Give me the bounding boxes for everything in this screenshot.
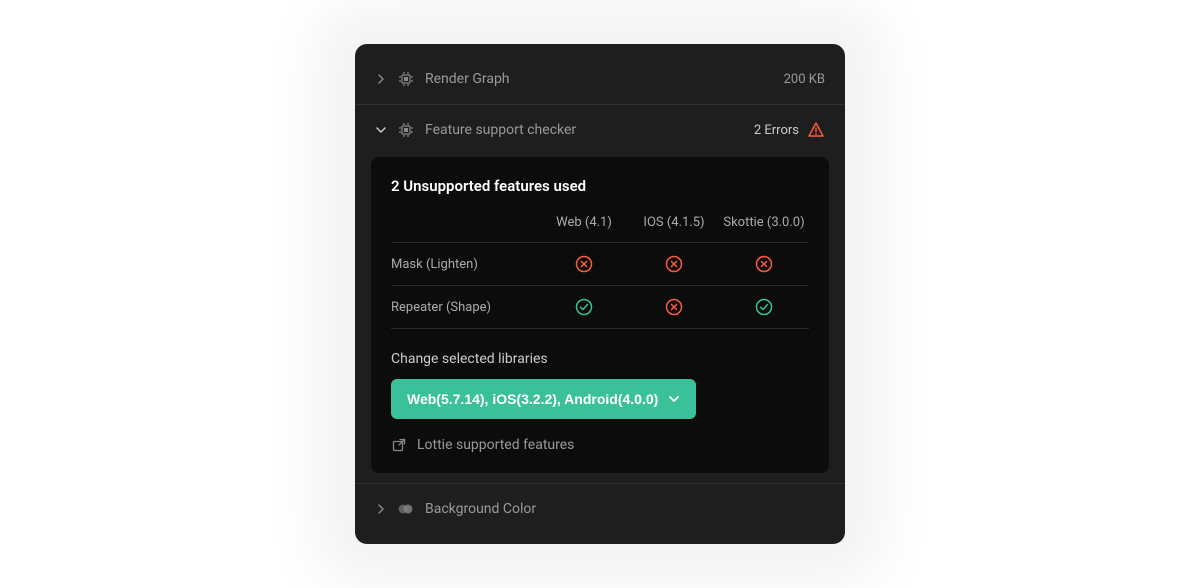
section-label: Background Color [425,501,825,517]
status-cell [629,255,719,273]
chevron-right-icon [375,73,387,85]
status-cell [539,255,629,273]
file-size-label: 200 KB [784,72,825,87]
feature-table: Web (4.1) IOS (4.1.5) Skottie (3.0.0) Ma… [391,215,809,329]
external-link-icon [391,437,407,453]
change-libraries-label: Change selected libraries [391,351,809,367]
palette-icon [397,500,415,518]
divider [355,104,845,105]
column-header-ios: IOS (4.1.5) [629,215,719,230]
warning-icon [807,121,825,139]
table-header: Web (4.1) IOS (4.1.5) Skottie (3.0.0) [391,215,809,242]
card-title: 2 Unsupported features used [391,177,809,195]
error-count-text: 2 Errors [754,123,799,138]
status-cell [719,255,809,273]
feature-support-card: 2 Unsupported features used Web (4.1) IO… [371,157,829,473]
column-header-skottie: Skottie (3.0.0) [719,215,809,230]
settings-panel: Render Graph 200 KB Feature support chec… [355,44,845,544]
x-circle-icon [755,255,773,273]
status-cell [539,298,629,316]
section-label: Render Graph [425,71,774,87]
column-header-web: Web (4.1) [539,215,629,230]
chip-icon [397,70,415,88]
chevron-right-icon [375,503,387,515]
dropdown-label: Web(5.7.14), iOS(3.2.2), Android(4.0.0) [407,391,658,407]
section-label: Feature support checker [425,122,744,138]
section-feature-checker[interactable]: Feature support checker 2 Errors [355,109,845,151]
status-cell [719,298,809,316]
section-render-graph[interactable]: Render Graph 200 KB [355,58,845,100]
link-text: Lottie supported features [417,437,574,453]
feature-name: Repeater (Shape) [391,300,539,315]
table-row: Mask (Lighten) [391,242,809,285]
supported-features-link[interactable]: Lottie supported features [391,437,809,453]
error-badge: 2 Errors [754,121,825,139]
x-circle-icon [575,255,593,273]
section-background-color[interactable]: Background Color [355,488,845,530]
spacer [391,215,539,230]
check-circle-icon [575,298,593,316]
check-circle-icon [755,298,773,316]
table-row: Repeater (Shape) [391,285,809,329]
x-circle-icon [665,255,683,273]
chip-icon [397,121,415,139]
status-cell [629,298,719,316]
divider [355,483,845,484]
chevron-down-icon [375,124,387,136]
libraries-dropdown-button[interactable]: Web(5.7.14), iOS(3.2.2), Android(4.0.0) [391,379,696,419]
feature-name: Mask (Lighten) [391,257,539,272]
x-circle-icon [665,298,683,316]
chevron-down-icon [668,393,680,405]
